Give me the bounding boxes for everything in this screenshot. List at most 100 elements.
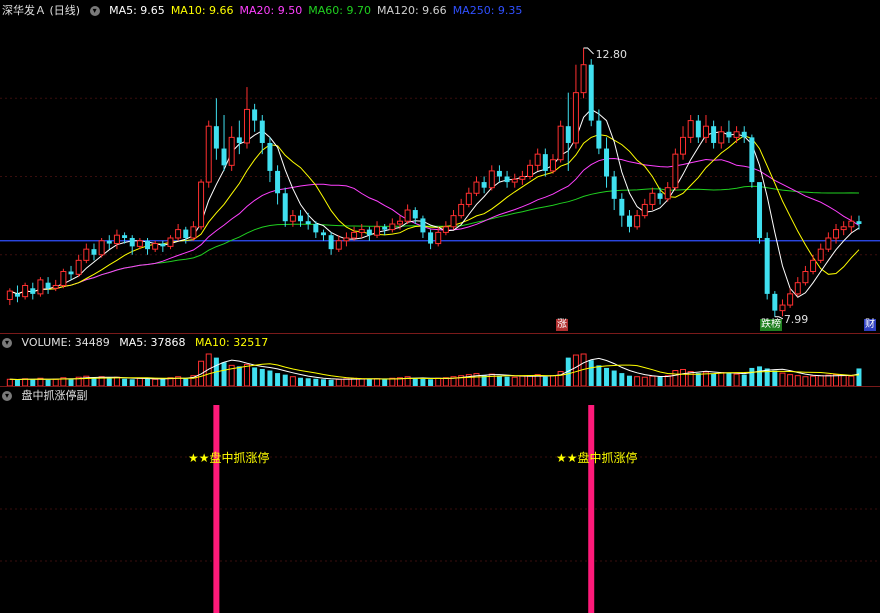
candle (190, 221, 197, 241)
volume-bar (779, 372, 786, 386)
candle-body (167, 237, 174, 247)
candle-body (412, 210, 418, 219)
indicator-title: 盘中抓涨停副 (21, 389, 88, 402)
candle-body (366, 229, 372, 236)
volume-bar (604, 367, 610, 386)
volume-bar (572, 354, 579, 386)
candle-body (572, 92, 579, 144)
candle-body (802, 271, 809, 284)
candle-body (22, 284, 29, 298)
volume-bar (374, 378, 381, 386)
candle-body (848, 220, 855, 228)
candle (175, 224, 182, 241)
candle-body (695, 120, 701, 138)
volume-bar (305, 378, 311, 386)
candle-body (382, 226, 388, 230)
ma-label: MA60: 9.70 (308, 4, 371, 17)
candle (60, 268, 67, 289)
volume-bar (840, 375, 847, 386)
candle (580, 47, 587, 99)
chevron-down-icon[interactable]: ▾ (89, 6, 100, 16)
candle (649, 187, 656, 211)
candle-body (757, 182, 763, 238)
volume-bar (382, 379, 388, 386)
candle (205, 120, 212, 188)
candle (572, 64, 579, 149)
volume-bar (136, 377, 143, 386)
candle (488, 165, 495, 191)
candle (764, 232, 770, 300)
volume-bar (183, 378, 189, 386)
candle-body (275, 170, 281, 194)
volume-bar (30, 379, 36, 386)
candle (787, 288, 794, 308)
chevron-down-icon[interactable]: ▾ (2, 391, 12, 401)
stock-title[interactable]: 深华发Ａ (日线) (2, 4, 80, 17)
volume-bar (634, 376, 641, 386)
ranking-marker[interactable]: 跌榜 (760, 319, 782, 331)
volume-chart[interactable] (0, 352, 880, 386)
candle-body (213, 126, 219, 149)
candle-body (764, 237, 770, 294)
candle (267, 137, 273, 183)
volume-bar (22, 378, 29, 386)
candle (749, 134, 755, 188)
candle-body (481, 182, 487, 188)
candle (726, 120, 732, 143)
candle-body (718, 131, 725, 144)
candle (14, 285, 20, 303)
low-price-label: 7.99 (784, 313, 809, 326)
chevron-down-icon[interactable]: ▾ (2, 338, 12, 348)
candle-body (198, 181, 205, 228)
candle-body (504, 176, 510, 183)
candle (106, 235, 112, 250)
volume-bar (641, 376, 648, 386)
candle (22, 282, 29, 300)
volume-bar (358, 378, 365, 386)
volume-bar (664, 375, 671, 386)
candle-body (580, 64, 587, 94)
volume-bar (757, 366, 763, 386)
candle-body (565, 126, 571, 143)
candle (718, 126, 725, 149)
signal-label: ★★盘中抓涨停 (556, 451, 638, 465)
candle (404, 204, 411, 225)
volume-bar (252, 367, 258, 386)
candle (825, 232, 832, 252)
candle (619, 193, 625, 227)
candle-body (221, 148, 227, 166)
candle (328, 232, 334, 255)
finance-marker[interactable]: 财 (864, 319, 876, 331)
candle-body (726, 131, 732, 138)
candle (305, 212, 311, 230)
candle (802, 265, 809, 286)
candle-body (810, 259, 817, 273)
high-price-label: 12.80 (596, 48, 628, 61)
volume-bar (412, 378, 418, 386)
price-chart[interactable]: 12.80 7.99 (0, 20, 880, 333)
candle-body (557, 125, 564, 161)
candle (335, 235, 342, 252)
candle (772, 291, 778, 317)
volume-bar (335, 378, 342, 386)
candle-body (741, 131, 747, 138)
volume-bar (504, 376, 510, 386)
candle (680, 126, 687, 160)
candle (198, 179, 205, 230)
volume-bar (428, 379, 434, 386)
candle (152, 240, 159, 252)
candle-body (542, 154, 548, 171)
candle (160, 240, 166, 252)
indicator-chart[interactable] (0, 405, 880, 613)
candle-body (228, 136, 235, 166)
ma-legend: MA5: 9.65 MA10: 9.66 MA20: 9.50 MA60: 9.70 M… (109, 4, 528, 17)
candle-body (152, 243, 159, 250)
ma-label: MA10: 9.66 (170, 4, 234, 17)
candle (542, 148, 548, 177)
candle (252, 103, 258, 132)
volume-bar (320, 379, 326, 386)
candle-body (641, 203, 648, 217)
limit-up-marker[interactable]: 涨 (556, 319, 568, 331)
candle (557, 120, 564, 163)
candle-body (465, 192, 472, 205)
